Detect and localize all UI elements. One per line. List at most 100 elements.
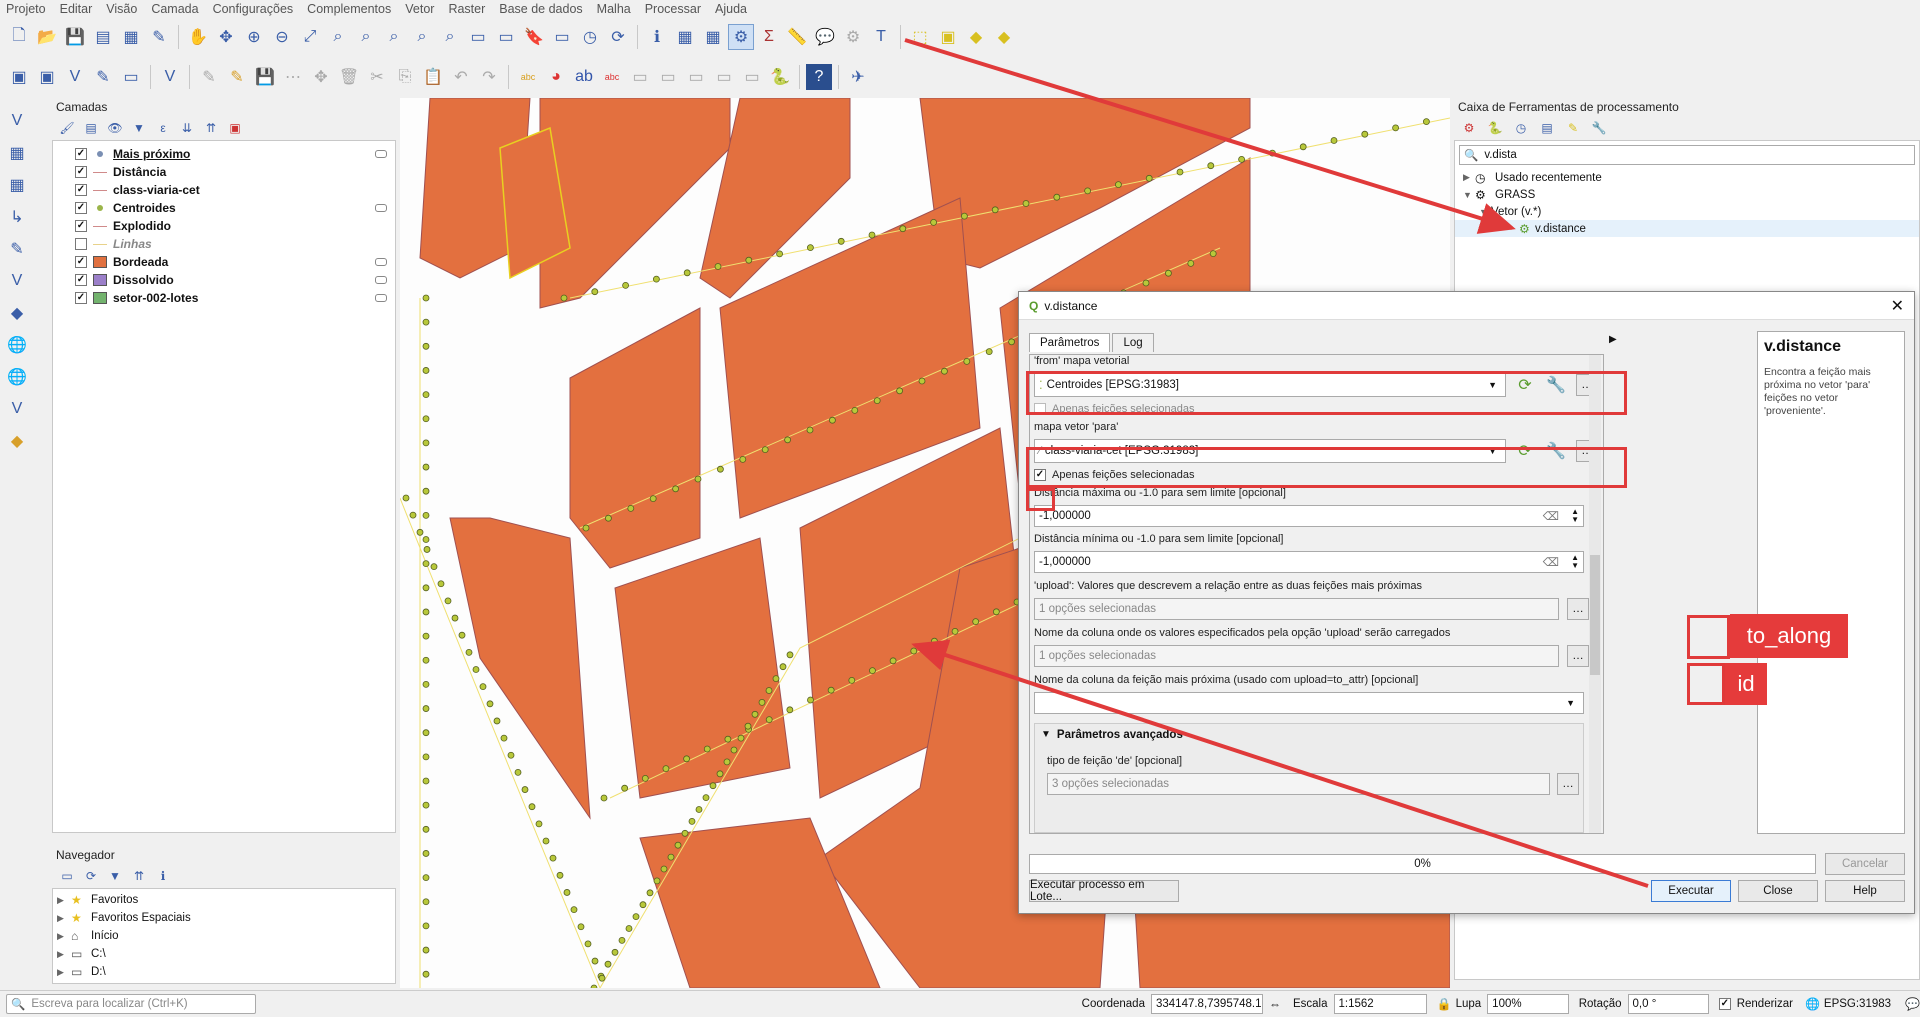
- plugin-icon[interactable]: ✈: [845, 64, 871, 90]
- scrollbar[interactable]: [1589, 355, 1601, 833]
- attribute-table-icon[interactable]: ▦: [672, 24, 698, 50]
- zoom-out-icon[interactable]: ⊖: [269, 24, 295, 50]
- min-distance-input[interactable]: -1,000000 ⌫ ▲ ▼: [1034, 551, 1584, 573]
- expand-icon[interactable]: ⇊: [178, 119, 196, 137]
- spinner-icon[interactable]: ▲ ▼: [1571, 554, 1579, 570]
- navigator-item[interactable]: ▶ ⌂ Início: [57, 927, 391, 945]
- add-raster-icon[interactable]: ▦: [4, 140, 30, 166]
- menu-item[interactable]: Visão: [106, 2, 137, 16]
- python-icon[interactable]: 🐍: [767, 64, 793, 90]
- new-3d-view-icon[interactable]: ▭: [493, 24, 519, 50]
- expand-arrow-icon[interactable]: ▼: [1463, 190, 1475, 200]
- layer-item[interactable]: ✓ Explodido: [53, 217, 395, 235]
- layer-checkbox[interactable]: ✓: [75, 256, 87, 268]
- select-location-icon[interactable]: ◆: [991, 24, 1017, 50]
- new-shapefile-icon[interactable]: V: [62, 64, 88, 90]
- add-database-icon[interactable]: ◆: [4, 428, 30, 454]
- expand-arrow-icon[interactable]: ▶: [57, 931, 71, 942]
- zoom-next-icon[interactable]: ⌕: [437, 24, 463, 50]
- menu-item[interactable]: Editar: [60, 2, 93, 16]
- data-source-manager-icon[interactable]: ▣: [6, 64, 32, 90]
- menu-item[interactable]: Ajuda: [715, 2, 747, 16]
- layer-checkbox[interactable]: ✓: [75, 184, 87, 196]
- delete-icon[interactable]: 🗑: [336, 64, 362, 90]
- rotation-input[interactable]: 0,0 °: [1627, 994, 1710, 1014]
- add-gpx-icon[interactable]: ✎: [4, 236, 30, 262]
- scale-input[interactable]: 1:1562: [1333, 994, 1427, 1014]
- layer-item[interactable]: ✓ Mais próximo: [53, 145, 395, 163]
- expand-arrow-icon[interactable]: ▶: [1463, 172, 1475, 183]
- temporal-icon[interactable]: ◷: [577, 24, 603, 50]
- from-type-browse-button[interactable]: …: [1557, 773, 1579, 795]
- navigator-item[interactable]: ▶ ★ Favoritos: [57, 891, 391, 909]
- layer-checkbox[interactable]: ✓: [75, 292, 87, 304]
- label-icon[interactable]: abc: [515, 64, 541, 90]
- toggle-editing-icon[interactable]: ✎: [224, 64, 250, 90]
- layout-manager-icon[interactable]: ▦: [118, 24, 144, 50]
- zoom-selection-icon[interactable]: ⌕: [325, 24, 351, 50]
- layer-item[interactable]: Linhas: [53, 235, 395, 253]
- paste-icon[interactable]: 📋: [420, 64, 446, 90]
- layer-item[interactable]: ✓ Bordeada: [53, 253, 395, 271]
- gps-icon[interactable]: ▭: [118, 64, 144, 90]
- layer-checkbox[interactable]: ✓: [75, 148, 87, 160]
- spinner-icon[interactable]: ▲ ▼: [1571, 508, 1579, 524]
- options-icon[interactable]: 🔧: [1590, 119, 1608, 137]
- upload-input[interactable]: 1 opções selecionadas: [1034, 598, 1559, 620]
- add-vector-icon[interactable]: V: [4, 108, 30, 134]
- render-checkbox[interactable]: ✓: [1719, 998, 1731, 1010]
- expand-arrow-icon[interactable]: ▶: [57, 895, 71, 906]
- new-geopackage-icon[interactable]: ▣: [34, 64, 60, 90]
- zoom-layer-icon[interactable]: ⌕: [353, 24, 379, 50]
- processing-toolbox-icon[interactable]: ⚙: [728, 24, 754, 50]
- toolbox-tree-item[interactable]: ⚙ v.distance: [1455, 220, 1919, 237]
- deselect-icon[interactable]: ▣: [935, 24, 961, 50]
- digitize-icon[interactable]: ✎: [90, 64, 116, 90]
- layer-item[interactable]: ✓ Centroides: [53, 199, 395, 217]
- crs-value[interactable]: EPSG:31983: [1824, 998, 1891, 1010]
- pan-to-selection-icon[interactable]: ✥: [213, 24, 239, 50]
- menu-item[interactable]: Malha: [597, 2, 631, 16]
- clear-icon[interactable]: ⌫: [1543, 509, 1559, 523]
- layer-checkbox[interactable]: ✓: [75, 166, 87, 178]
- new-project-icon[interactable]: 🗋: [6, 24, 32, 50]
- run-button[interactable]: Executar: [1651, 880, 1731, 902]
- embedded-indicator-icon[interactable]: [375, 258, 387, 266]
- toolbox-tree-item[interactable]: ▼ Vetor (v.*): [1455, 203, 1919, 220]
- scrollbar-thumb[interactable]: [1590, 555, 1600, 675]
- pin-label-icon[interactable]: ab: [571, 64, 597, 90]
- tab-log[interactable]: Log: [1112, 333, 1154, 352]
- change-label-icon[interactable]: ▭: [711, 64, 737, 90]
- add-wfs-icon[interactable]: V: [4, 396, 30, 422]
- style-icon[interactable]: 🖌: [58, 119, 76, 137]
- batch-button[interactable]: Executar processo em Lote...: [1029, 879, 1179, 903]
- visibility-icon[interactable]: 👁: [106, 119, 124, 137]
- tooltip-icon[interactable]: 💬: [812, 24, 838, 50]
- cancel-button[interactable]: Cancelar: [1825, 853, 1905, 875]
- identify-icon[interactable]: ℹ: [644, 24, 670, 50]
- move-feature-icon[interactable]: ✥: [308, 64, 334, 90]
- coord-input[interactable]: 334147.8,7395748.1: [1150, 994, 1263, 1014]
- close-icon[interactable]: ✕: [1891, 296, 1904, 316]
- style-manager-icon[interactable]: ✎: [146, 24, 172, 50]
- info-icon[interactable]: ℹ: [154, 867, 172, 885]
- add-selected-icon[interactable]: ▭: [58, 867, 76, 885]
- navigator-item[interactable]: ▶ ▭ D:\: [57, 963, 391, 981]
- text-annotation-icon[interactable]: T: [868, 24, 894, 50]
- cut-icon[interactable]: ✂: [364, 64, 390, 90]
- expand-arrow-icon[interactable]: ▶: [57, 967, 71, 978]
- help-button[interactable]: Help: [1825, 880, 1905, 902]
- add-spatialite-icon[interactable]: ◆: [4, 300, 30, 326]
- tab-parametros[interactable]: Parâmetros: [1029, 333, 1111, 352]
- add-feature-icon[interactable]: ⋯: [280, 64, 306, 90]
- menu-item[interactable]: Configurações: [213, 2, 294, 16]
- rotate-label-icon[interactable]: ▭: [683, 64, 709, 90]
- remove-layer-icon[interactable]: ▣: [226, 119, 244, 137]
- select-value-icon[interactable]: ◆: [963, 24, 989, 50]
- undo-icon[interactable]: ↶: [448, 64, 474, 90]
- from-type-input[interactable]: 3 opções selecionadas: [1047, 773, 1550, 795]
- embedded-indicator-icon[interactable]: [375, 204, 387, 212]
- layer-item[interactable]: ✓ Distância: [53, 163, 395, 181]
- upload-browse-button[interactable]: …: [1567, 598, 1589, 620]
- lock-icon[interactable]: 🔒: [1437, 997, 1452, 1011]
